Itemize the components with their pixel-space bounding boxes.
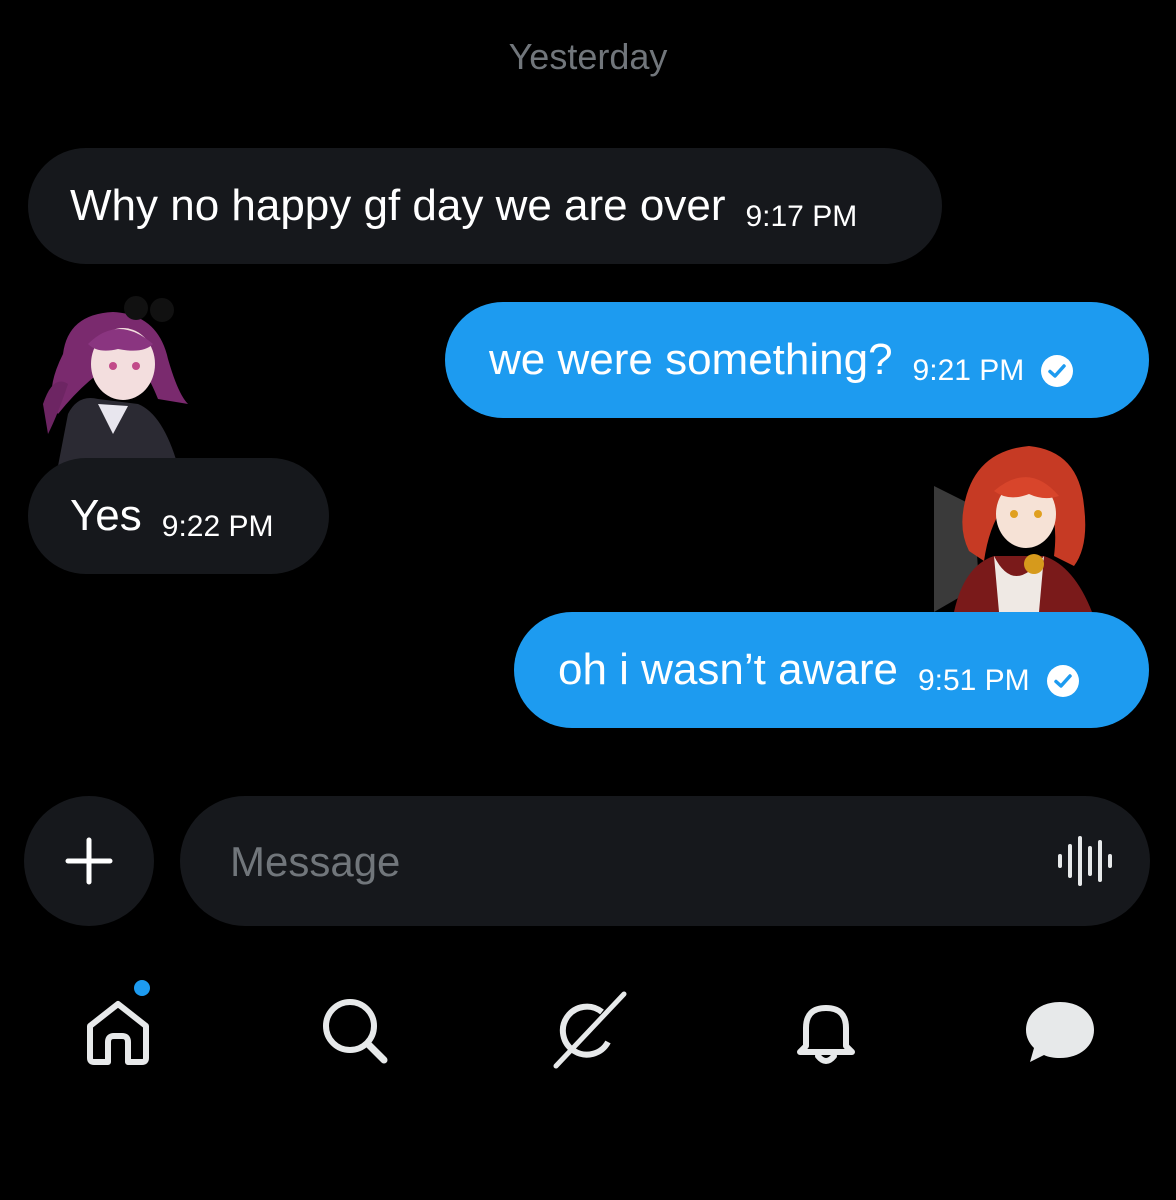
message-text: Yes	[70, 491, 142, 540]
sent-message-bubble[interactable]: oh i wasn’t aware 9:51 PM	[514, 612, 1149, 728]
messages-icon	[1026, 1002, 1094, 1062]
message-time: 9:51 PM	[917, 664, 1030, 697]
bell-icon	[797, 1005, 855, 1064]
nav-home-button[interactable]	[78, 990, 158, 1070]
voice-message-button[interactable]	[1056, 836, 1116, 886]
grok-icon	[553, 991, 627, 1069]
plus-icon	[65, 837, 113, 885]
message-time: 9:17 PM	[745, 200, 858, 233]
message-text: we were something?	[489, 335, 893, 384]
received-message-bubble[interactable]: Why no happy gf day we are over 9:17 PM	[28, 148, 942, 264]
message-composer[interactable]	[180, 796, 1150, 926]
nav-messages-button[interactable]	[1020, 990, 1100, 1070]
received-message-bubble[interactable]: Yes 9:22 PM	[28, 458, 329, 574]
check-circle-icon	[1041, 355, 1074, 387]
home-icon	[87, 1001, 149, 1065]
sent-message-bubble[interactable]: we were something? 9:21 PM	[445, 302, 1149, 418]
message-input[interactable]	[228, 826, 1012, 898]
voice-waveform-icon	[1058, 836, 1112, 886]
sticker-image-purple-hair	[38, 294, 192, 466]
add-attachment-button[interactable]	[24, 796, 154, 926]
nav-notifications-button[interactable]	[786, 990, 866, 1070]
nav-search-button[interactable]	[314, 990, 394, 1070]
bottom-navigation	[0, 980, 1176, 1080]
message-time: 9:22 PM	[161, 510, 274, 543]
message-text: oh i wasn’t aware	[558, 645, 898, 694]
nav-grok-button[interactable]	[548, 990, 628, 1070]
check-circle-icon	[1046, 665, 1079, 697]
message-text: Why no happy gf day we are over	[70, 181, 726, 230]
date-separator: Yesterday	[508, 36, 668, 77]
sticker-image-red-hair	[934, 436, 1092, 612]
message-time: 9:21 PM	[912, 354, 1025, 387]
search-icon	[323, 999, 388, 1064]
